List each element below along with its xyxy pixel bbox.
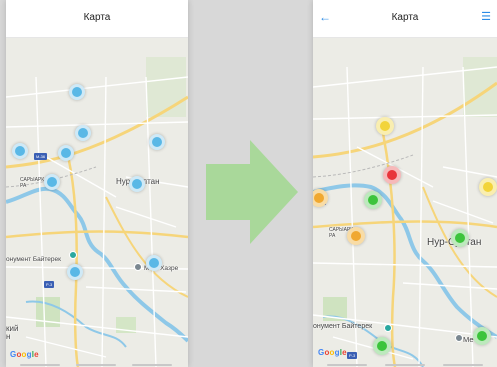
marker-green-4[interactable]	[373, 337, 391, 355]
app-bar: ← Карта ☰	[313, 0, 497, 38]
list-icon[interactable]: ☰	[481, 10, 491, 24]
mosque-pin-icon[interactable]	[134, 263, 142, 271]
marker-green-2[interactable]	[451, 229, 469, 247]
marker-orange-2[interactable]	[347, 227, 365, 245]
cluster-marker-2[interactable]	[75, 125, 91, 141]
screen-title: Карта	[83, 12, 111, 23]
transition-arrow-icon	[206, 140, 298, 244]
map-background	[313, 37, 497, 367]
map-background	[6, 37, 188, 367]
map-view[interactable]: M-36 P-3 Нур-Султан САРЫАРК РА онумент Б…	[313, 37, 497, 367]
cluster-marker-4[interactable]	[12, 143, 28, 159]
google-logo: Google	[318, 348, 347, 357]
marker-yellow-2[interactable]	[479, 178, 497, 196]
cluster-marker-5[interactable]	[58, 145, 74, 161]
bottom-indicator	[6, 363, 188, 367]
road-shield-p: P-3	[347, 352, 358, 359]
right-screen: ← Карта ☰ M-36 P-3 Нур-Султан САРЫАРК	[313, 0, 497, 367]
map-label-monument: онумент Байтерек	[6, 256, 61, 263]
app-bar: Карта	[6, 0, 188, 38]
marker-green-3[interactable]	[473, 327, 491, 345]
road-shield-m36: M-36	[34, 153, 48, 160]
cluster-marker-7[interactable]	[129, 176, 145, 192]
marker-yellow-1[interactable]	[376, 117, 394, 135]
left-screen: Карта M-36 P-3 САРЫАРК РА онумент Байтер…	[6, 0, 188, 367]
cluster-marker-6[interactable]	[44, 174, 60, 190]
monument-pin-icon[interactable]	[384, 324, 392, 332]
marker-green-1[interactable]	[364, 191, 382, 209]
screen-title: Карта	[391, 12, 419, 23]
cluster-marker-8[interactable]	[146, 255, 162, 271]
road-shield-p: P-3	[44, 281, 55, 288]
map-label-monument: онумент Байтерек	[313, 323, 373, 330]
cluster-marker-3[interactable]	[149, 134, 165, 150]
cluster-marker-1[interactable]	[69, 84, 85, 100]
cluster-marker-9[interactable]	[67, 264, 83, 280]
map-view[interactable]: M-36 P-3 Нур-Султан САРЫАРК РА онумент Б…	[6, 37, 188, 367]
marker-red[interactable]	[383, 166, 401, 184]
monument-pin-icon[interactable]	[69, 251, 77, 259]
bottom-indicator	[313, 363, 497, 367]
map-label-corner: кий н	[6, 324, 19, 341]
mosque-pin-icon[interactable]	[455, 334, 463, 342]
google-logo: Google	[10, 350, 39, 359]
